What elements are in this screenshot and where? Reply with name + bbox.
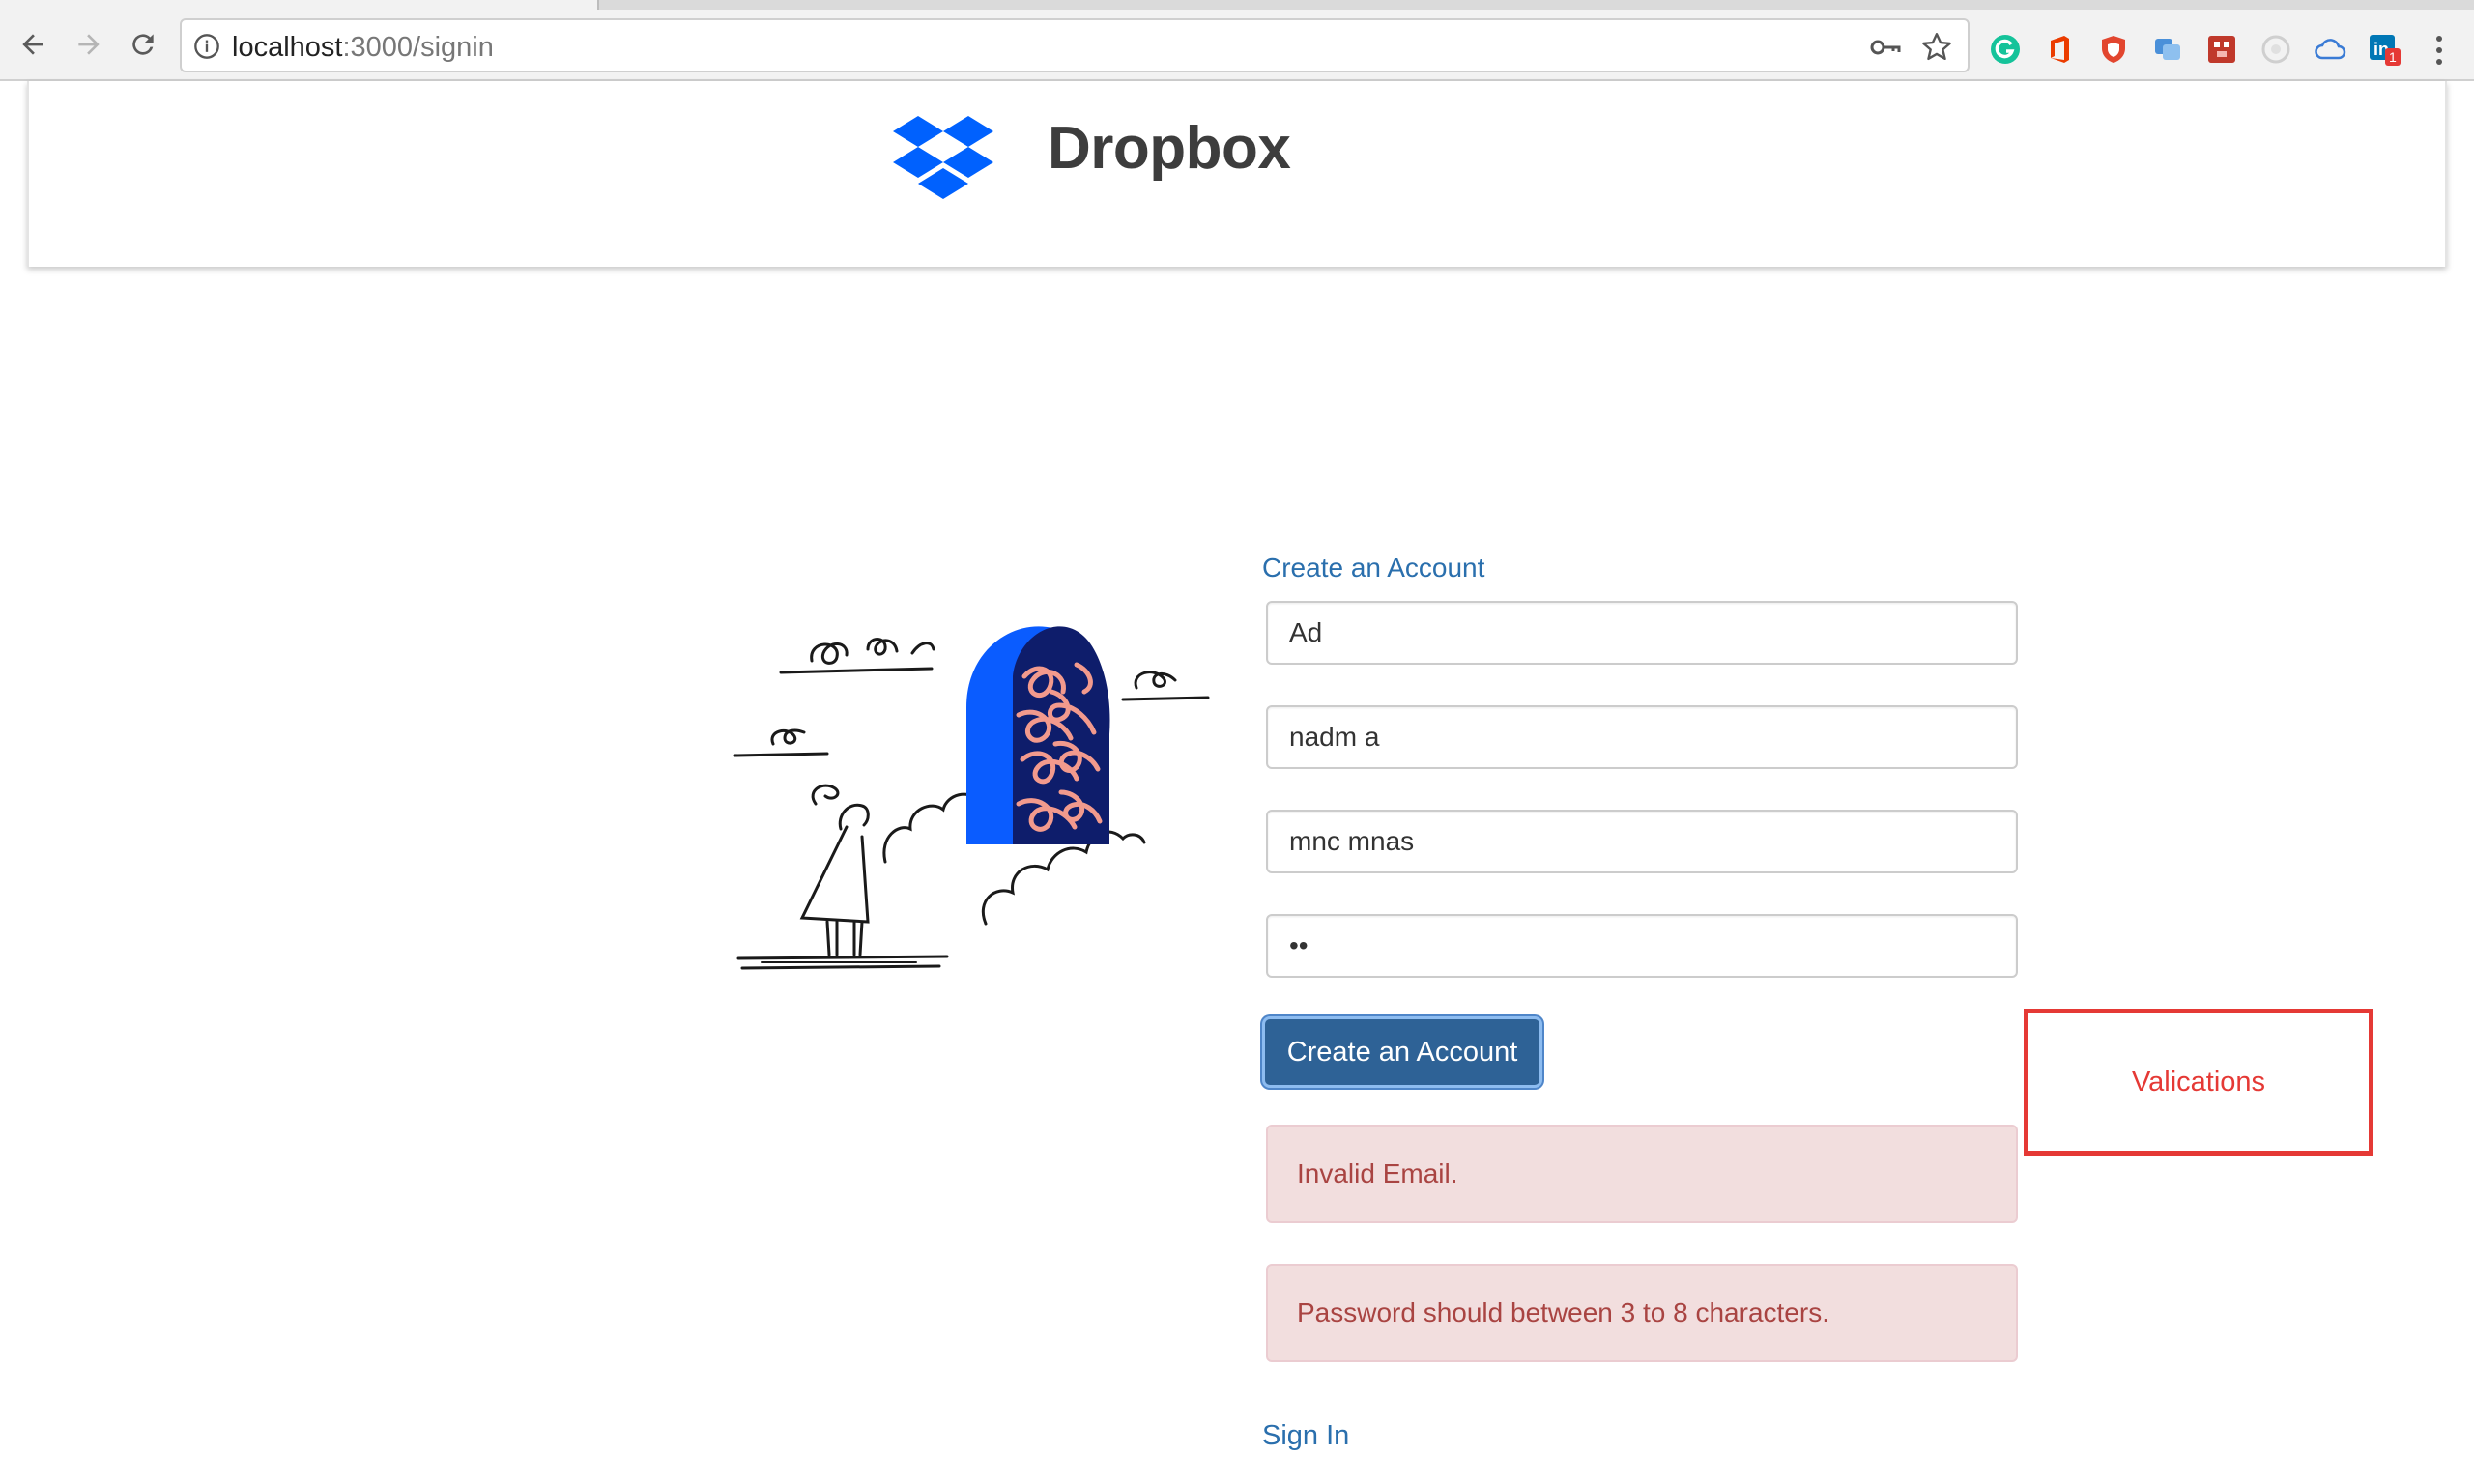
browser-toolbar: localhost:3000/signin in 1 — [0, 10, 2474, 81]
circle-icon — [2261, 35, 2290, 64]
tab-strip — [0, 0, 2474, 10]
brand-name[interactable]: Dropbox — [1048, 114, 1291, 183]
url-host: localhost — [232, 32, 343, 63]
address-bar[interactable]: localhost:3000/signin — [180, 18, 1970, 72]
url-path: :3000/signin — [342, 32, 494, 63]
extension-badge-count: 1 — [2389, 49, 2397, 65]
password-error-text: Password should between 3 to 8 character… — [1297, 1298, 1829, 1327]
email-error-text: Invalid Email. — [1297, 1158, 1458, 1188]
sign-in-link[interactable]: Sign In — [1262, 1420, 1349, 1452]
pixel-art-icon — [2208, 36, 2235, 63]
grammarly-extension[interactable] — [1989, 33, 2022, 66]
translate-icon — [2155, 39, 2180, 60]
cloud-icon — [2315, 39, 2346, 60]
shield-icon — [2102, 36, 2125, 63]
star-icon[interactable] — [1919, 30, 1954, 65]
email-error-alert: Invalid Email. — [1266, 1125, 2018, 1223]
pixel-extension[interactable] — [2205, 33, 2238, 66]
translate-extension[interactable] — [2151, 33, 2184, 66]
office-icon — [2051, 36, 2069, 63]
door-illustration — [733, 626, 1210, 970]
site-header: Dropbox — [27, 81, 2447, 267]
annotation-label: Valications — [2131, 1066, 2266, 1098]
info-icon[interactable] — [193, 33, 220, 60]
arrow-right-icon — [78, 34, 100, 55]
linkedin-icon: in 1 — [2370, 35, 2401, 66]
reload-icon — [132, 34, 154, 55]
key-icon[interactable] — [1869, 34, 1902, 61]
last-name-field[interactable] — [1266, 705, 2018, 769]
first-name-field[interactable] — [1266, 601, 2018, 665]
email-field[interactable] — [1266, 810, 2018, 873]
disabled-extension[interactable] — [2259, 33, 2292, 66]
reload-button[interactable] — [124, 25, 162, 64]
active-tab[interactable] — [0, 0, 599, 10]
grammarly-icon — [1991, 35, 2020, 64]
menu-dots-icon[interactable] — [2430, 33, 2449, 68]
brave-shield-extension[interactable] — [2097, 33, 2130, 66]
back-button[interactable] — [14, 25, 52, 64]
url-text: localhost:3000/signin — [232, 32, 494, 64]
office-extension[interactable] — [2043, 33, 2076, 66]
validations-annotation-box: Valications — [2024, 1009, 2373, 1156]
password-field[interactable] — [1266, 914, 2018, 978]
form-title: Create an Account — [1262, 553, 1485, 583]
arrow-left-icon — [22, 34, 43, 55]
dropbox-logo-icon[interactable] — [893, 114, 993, 199]
cloud-extension[interactable] — [2314, 33, 2346, 66]
create-account-button[interactable]: Create an Account — [1262, 1016, 1542, 1088]
linkedin-extension[interactable]: in 1 — [2368, 33, 2401, 66]
forward-button[interactable] — [70, 25, 108, 64]
password-error-alert: Password should between 3 to 8 character… — [1266, 1264, 2018, 1362]
